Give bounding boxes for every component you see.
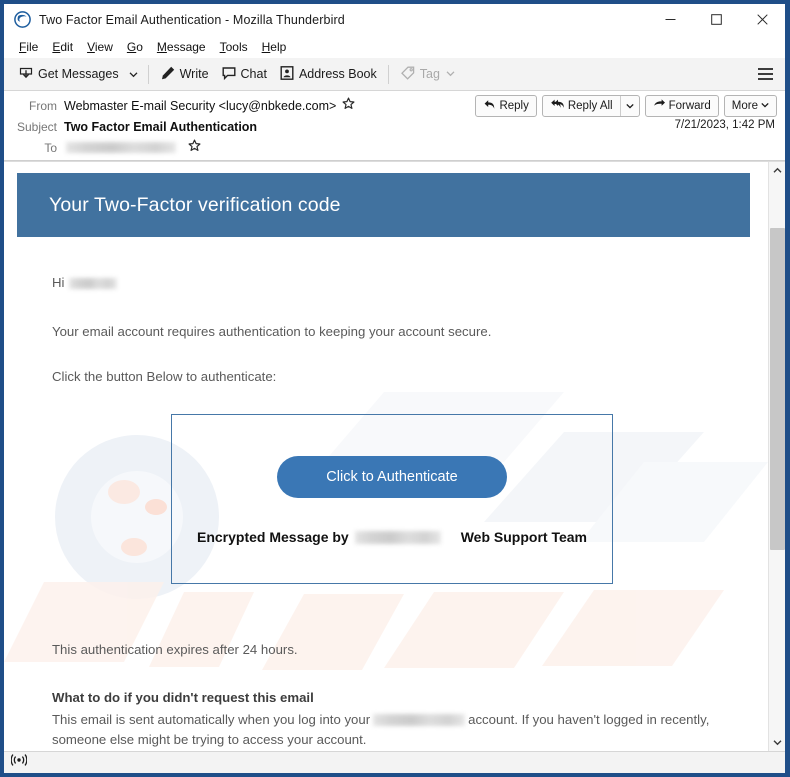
scroll-down-chevron-down-icon[interactable] [768,734,785,751]
broadcast-icon[interactable] [10,753,28,772]
write-label: Write [179,67,209,81]
subject-row: Subject Two Factor Email Authentication [12,116,777,137]
reply-button[interactable]: Reply [476,96,535,116]
star-icon-from[interactable] [342,97,355,115]
more-chevron-down-icon [761,100,769,112]
main-toolbar: Get Messages Write Chat Address Book Tag [4,58,785,91]
tag-button[interactable]: Tag [394,62,461,87]
get-messages-dropdown[interactable] [125,62,143,87]
forward-label: Forward [668,100,711,112]
menu-help[interactable]: Help [255,38,294,56]
tag-chevron-down-icon [446,67,455,81]
reply-all-label: Reply All [567,100,613,112]
address-book-label: Address Book [298,67,377,81]
whatdo-body: This email is sent automatically when yo… [52,710,723,751]
status-bar [4,751,785,773]
message-date: 7/21/2023, 1:42 PM [674,119,775,131]
window-title: Two Factor Email Authentication - Mozill… [39,12,345,27]
scrollbar-track[interactable] [769,179,786,734]
encrypted-suffix: Web Support Team [460,529,587,546]
chat-bubble-icon [221,65,237,84]
menu-go[interactable]: Go [120,38,150,56]
whatdo-heading: What to do if you didn't request this em… [52,689,314,705]
more-group: More [723,95,777,117]
mail-body: Your Two-Factor verification code Hi You… [4,162,768,751]
whatdo-redacted [373,714,466,727]
scrollbar-thumb[interactable] [769,228,785,550]
window-controls [647,4,785,36]
minimize-button[interactable] [647,4,693,36]
menu-tools[interactable]: Tools [213,38,255,56]
reply-all-arrow-icon [550,98,565,114]
reply-all-group: Reply All [541,95,640,117]
scroll-up-chevron-up-icon[interactable] [768,162,785,179]
chat-button[interactable]: Chat [215,62,273,87]
menu-view[interactable]: View [80,38,120,56]
forward-button[interactable]: Forward [646,96,718,116]
vertical-scrollbar[interactable] [768,162,785,751]
thunderbird-window: Two Factor Email Authentication - Mozill… [0,0,790,777]
from-label: From [29,98,57,113]
more-button[interactable]: More [725,96,776,116]
app-menu-icon[interactable] [751,62,779,87]
toolbar-separator-2 [387,64,389,84]
forward-arrow-icon [653,98,666,114]
greeting-line: Hi [52,273,728,292]
message-body-area: Your Two-Factor verification code Hi You… [4,161,785,751]
message-header: From Webmaster E-mail Security <lucy@nbk… [4,91,785,161]
reply-all-dropdown[interactable] [619,96,639,116]
email-banner: Your Two-Factor verification code [17,173,750,237]
tag-label: Tag [419,67,440,81]
get-messages-button[interactable]: Get Messages [12,62,125,87]
address-book-icon [279,65,295,84]
menu-file[interactable]: File [12,38,45,56]
pencil-icon [160,65,176,84]
reply-arrow-icon [483,98,496,114]
whatdo-text-before: This email is sent automatically when yo… [52,711,371,727]
address-book-button[interactable]: Address Book [273,62,383,87]
tag-icon [400,65,416,84]
reply-all-button[interactable]: Reply All [543,96,620,116]
encrypted-message-line: Encrypted Message by Web Support Team [197,529,587,545]
encrypted-redacted [354,530,441,544]
title-bar: Two Factor Email Authentication - Mozill… [4,4,785,36]
body-line-1: Your email account requires authenticati… [52,324,492,340]
message-action-buttons: Reply Reply All Forward More [470,95,777,117]
expiry-line: This authentication expires after 24 hou… [52,642,298,658]
close-button[interactable] [739,4,785,36]
subject-label: Subject [16,119,57,134]
chat-label: Chat [240,67,267,81]
click-to-authenticate-button[interactable]: Click to Authenticate [277,456,507,499]
forward-group: Forward [644,95,719,117]
maximize-button[interactable] [693,4,739,36]
greeting-prefix: Hi [52,275,65,290]
mail-content: Your Two-Factor verification code Hi You… [4,173,768,750]
body-line-2: Click the button Below to authenticate: [52,369,277,385]
email-banner-title: Your Two-Factor verification code [49,193,341,216]
toolbar-separator-1 [147,64,149,84]
to-label: To [44,140,57,155]
more-label: More [731,100,758,112]
greeting-redacted [69,278,118,290]
download-icon [18,65,34,84]
subject-value: Two Factor Email Authentication [64,119,258,134]
menu-bar: File Edit View Go Message Tools Help [4,36,785,58]
window-inner: Two Factor Email Authentication - Mozill… [4,4,785,773]
encrypted-prefix: Encrypted Message by [196,529,349,546]
authenticate-card: Click to Authenticate Encrypted Message … [171,414,613,585]
thunderbird-icon [14,11,31,28]
write-button[interactable]: Write [154,62,215,87]
menu-message[interactable]: Message [150,38,213,56]
get-messages-label: Get Messages [38,67,119,81]
from-value[interactable]: Webmaster E-mail Security <lucy@nbkede.c… [64,99,336,113]
menu-edit[interactable]: Edit [45,38,80,56]
to-row: To [12,137,777,158]
reply-label: Reply [499,100,529,112]
star-icon-to[interactable] [188,139,201,157]
to-value-redacted [66,142,176,153]
reply-group: Reply [475,95,537,117]
